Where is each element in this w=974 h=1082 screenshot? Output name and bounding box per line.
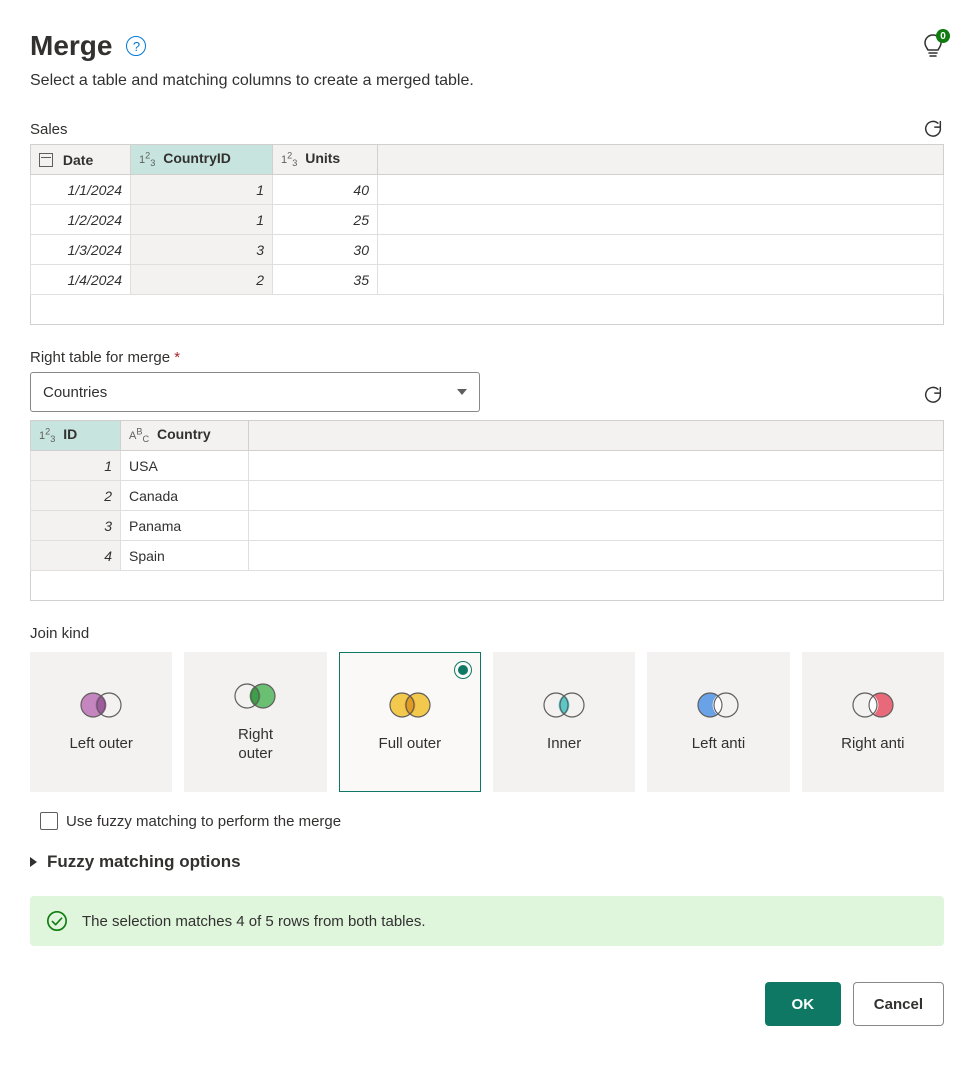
table-cell: 4 (31, 541, 121, 571)
text-type-icon: ABC (129, 430, 149, 442)
table-cell: 3 (131, 235, 273, 265)
table-cell: 1 (31, 451, 121, 481)
venn-icon (540, 690, 588, 720)
selected-radio-icon (454, 661, 472, 679)
join-kind-label: Left anti (692, 734, 745, 754)
dialog-subtitle: Select a table and matching columns to c… (30, 72, 944, 90)
join-kind-right-outer[interactable]: Rightouter (184, 652, 326, 792)
table-cell: 1/2/2024 (31, 205, 131, 235)
table-row[interactable]: 1/1/2024140 (31, 175, 944, 205)
column-header[interactable]: Date (31, 145, 131, 175)
venn-icon (231, 681, 279, 711)
table-cell: 1 (131, 205, 273, 235)
table-cell: USA (121, 451, 249, 481)
number-type-icon: 123 (39, 430, 55, 442)
table-row[interactable]: 1/3/2024330 (31, 235, 944, 265)
table-cell: 2 (31, 481, 121, 511)
left-table-name: Sales (30, 121, 68, 138)
number-type-icon: 123 (139, 154, 155, 166)
column-header-label: Units (305, 150, 340, 166)
table-row[interactable]: 1/4/2024235 (31, 265, 944, 295)
table-cell: 40 (273, 175, 378, 205)
venn-icon (849, 690, 897, 720)
join-kind-label: Rightouter (238, 725, 273, 764)
right-table-label: Right table for merge (30, 349, 170, 366)
column-header-label: ID (63, 426, 77, 442)
calendar-icon (39, 153, 53, 167)
ok-button[interactable]: OK (765, 982, 841, 1026)
table-cell: Canada (121, 481, 249, 511)
join-kind-left-outer[interactable]: Left outer (30, 652, 172, 792)
table-cell: 3 (31, 511, 121, 541)
status-banner: The selection matches 4 of 5 rows from b… (30, 896, 944, 946)
fuzzy-matching-label: Use fuzzy matching to perform the merge (66, 813, 341, 830)
table-cell: 30 (273, 235, 378, 265)
table-cell: 1/3/2024 (31, 235, 131, 265)
lightbulb-badge: 0 (936, 29, 950, 43)
chevron-right-icon (30, 857, 37, 867)
table-cell: 1/1/2024 (31, 175, 131, 205)
status-message: The selection matches 4 of 5 rows from b… (82, 913, 426, 930)
join-kind-label: Inner (547, 734, 581, 754)
join-kind-left-anti[interactable]: Left anti (647, 652, 789, 792)
column-header[interactable]: 123 Units (273, 145, 378, 175)
chevron-down-icon (457, 389, 467, 395)
join-kind-full-outer[interactable]: Full outer (339, 652, 481, 792)
table-cell: 1 (131, 175, 273, 205)
table-cell: Spain (121, 541, 249, 571)
checkmark-circle-icon (46, 910, 68, 932)
required-asterisk: * (174, 349, 180, 366)
table-cell: 25 (273, 205, 378, 235)
fuzzy-options-label: Fuzzy matching options (47, 852, 241, 872)
right-table-selected-value: Countries (43, 384, 107, 401)
column-header-label: CountryID (163, 150, 231, 166)
join-kind-label: Full outer (379, 734, 442, 754)
table-row[interactable]: 1USA (31, 451, 944, 481)
join-kind-right-anti[interactable]: Right anti (802, 652, 944, 792)
number-type-icon: 123 (281, 154, 297, 166)
venn-icon (386, 690, 434, 720)
venn-icon (694, 690, 742, 720)
join-kind-label: Join kind (30, 625, 944, 642)
lightbulb-tips-icon[interactable]: 0 (922, 33, 944, 59)
column-header[interactable]: ABC Country (121, 421, 249, 451)
right-table-select[interactable]: Countries (30, 372, 480, 412)
table-row[interactable]: 2Canada (31, 481, 944, 511)
help-icon[interactable]: ? (126, 36, 146, 56)
column-header[interactable]: 123 CountryID (131, 145, 273, 175)
table-row[interactable]: 1/2/2024125 (31, 205, 944, 235)
fuzzy-matching-checkbox[interactable] (40, 812, 58, 830)
join-kind-label: Left outer (69, 734, 132, 754)
left-table[interactable]: Date123 CountryID123 Units 1/1/20241401/… (30, 144, 944, 325)
cancel-button[interactable]: Cancel (853, 982, 944, 1026)
refresh-left-icon[interactable] (922, 118, 944, 140)
column-header-label: Date (63, 152, 93, 168)
table-cell: 1/4/2024 (31, 265, 131, 295)
join-kind-label: Right anti (841, 734, 904, 754)
venn-icon (77, 690, 125, 720)
join-kind-inner[interactable]: Inner (493, 652, 635, 792)
fuzzy-options-expander[interactable]: Fuzzy matching options (30, 852, 944, 872)
right-table[interactable]: 123 IDABC Country 1USA2Canada3Panama4Spa… (30, 420, 944, 601)
table-cell: 2 (131, 265, 273, 295)
dialog-title: Merge (30, 30, 112, 62)
table-cell: 35 (273, 265, 378, 295)
column-header[interactable]: 123 ID (31, 421, 121, 451)
column-header-label: Country (157, 426, 211, 442)
table-cell: Panama (121, 511, 249, 541)
table-row[interactable]: 4Spain (31, 541, 944, 571)
table-row[interactable]: 3Panama (31, 511, 944, 541)
refresh-right-icon[interactable] (922, 384, 944, 406)
